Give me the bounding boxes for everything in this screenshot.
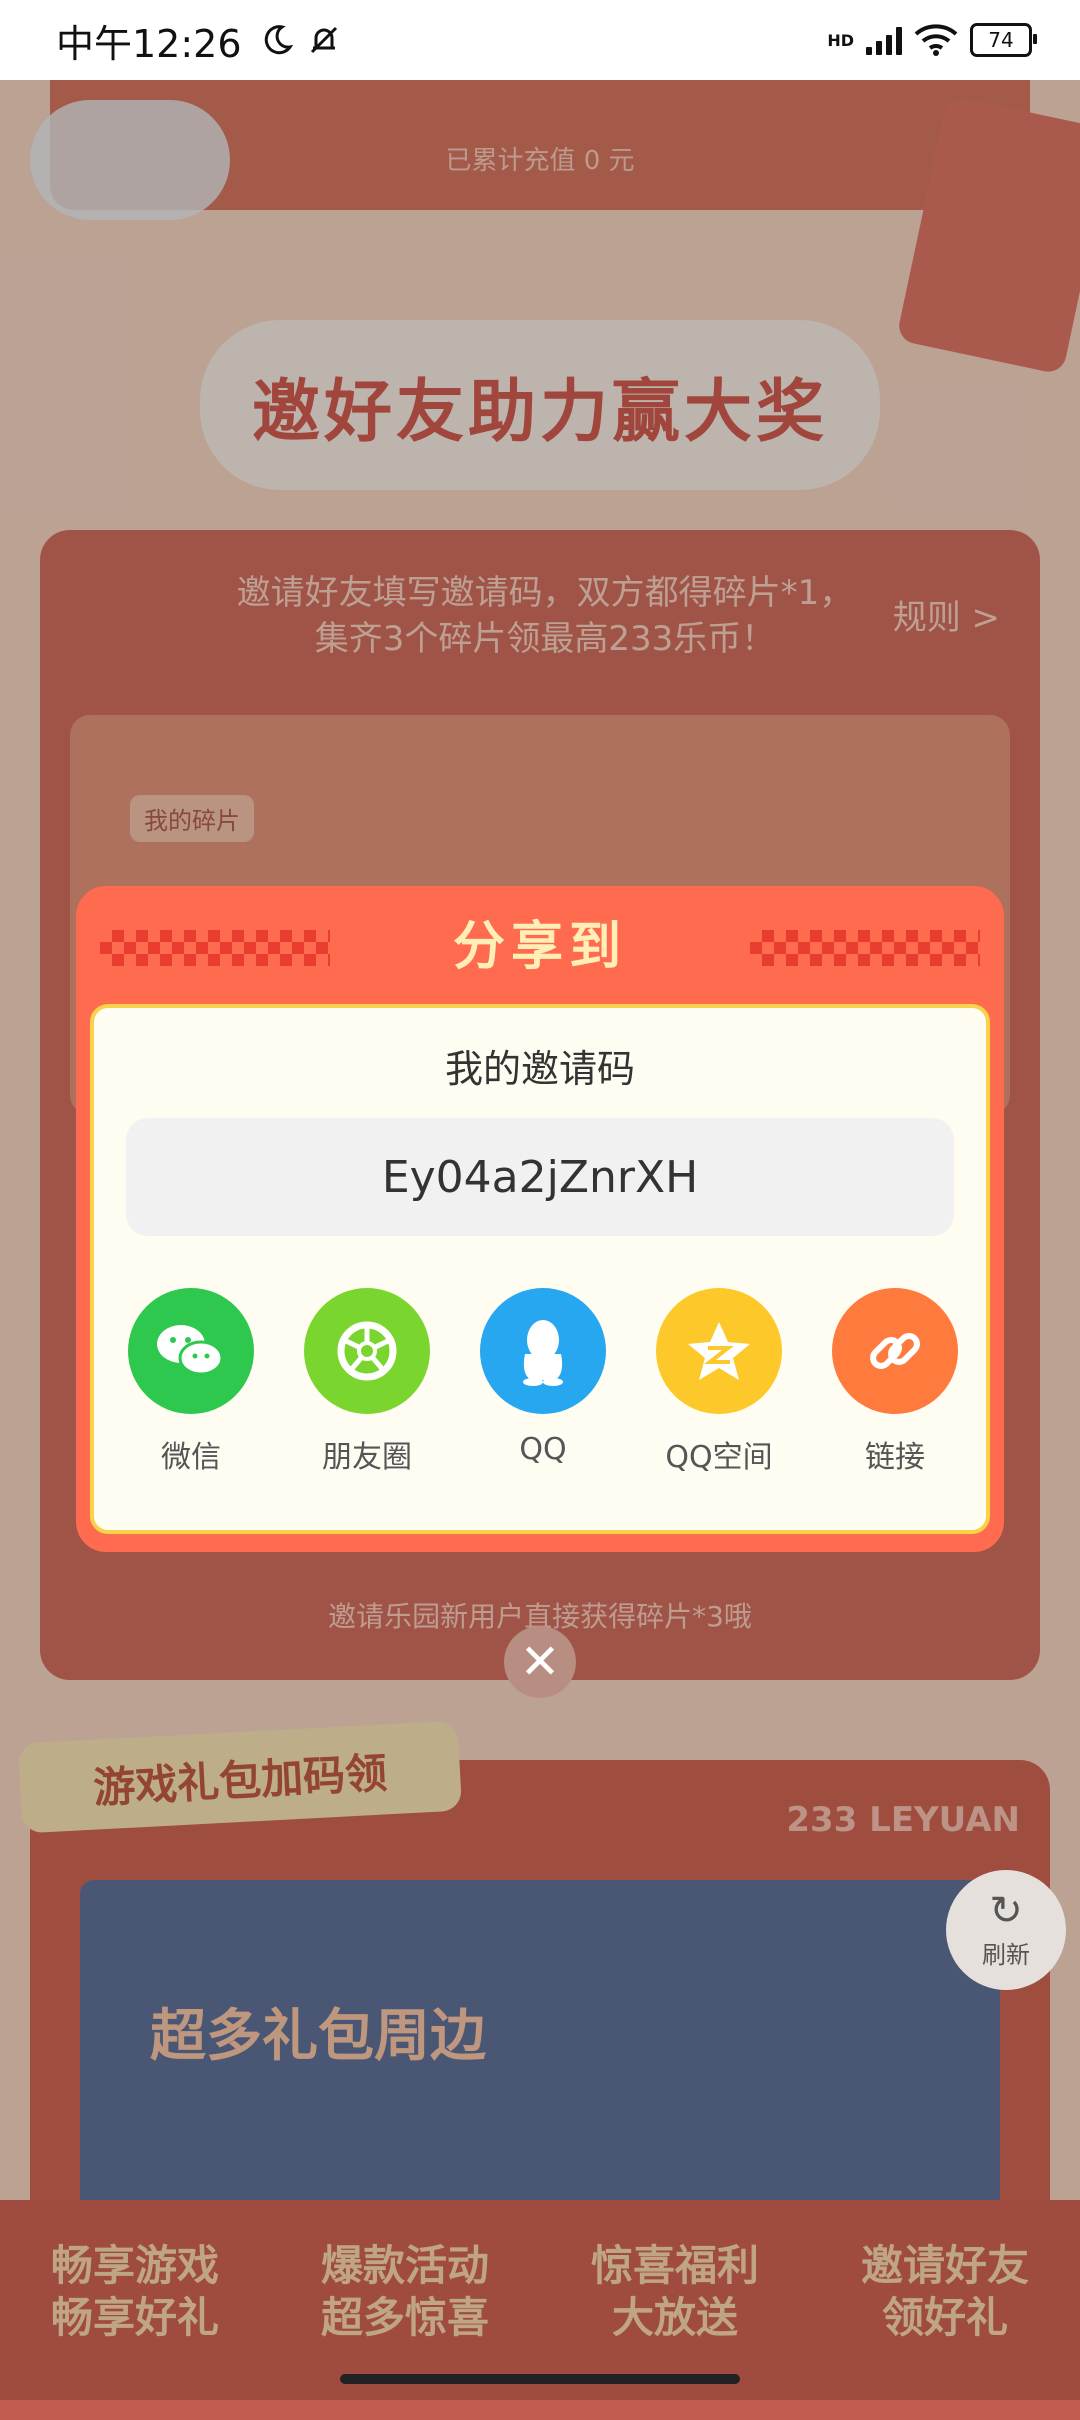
share-modal-title: 分享到 bbox=[452, 917, 627, 977]
status-time: 中午12:26 bbox=[56, 21, 242, 66]
share-wechat-button[interactable]: 微信 bbox=[126, 1288, 256, 1476]
qq-icon bbox=[480, 1288, 606, 1414]
invite-code-field[interactable]: Ey04a2jZnrXH bbox=[126, 1118, 954, 1236]
mute-bell-icon bbox=[310, 26, 337, 54]
qzone-icon bbox=[656, 1288, 782, 1414]
gesture-nav-bar[interactable] bbox=[340, 2374, 740, 2384]
share-qq-label: QQ bbox=[519, 1432, 567, 1467]
close-button[interactable]: ✕ bbox=[504, 1626, 576, 1698]
refresh-label: 刷新 bbox=[982, 1940, 1030, 1969]
wifi-icon bbox=[914, 24, 958, 56]
signal-icon bbox=[866, 25, 902, 55]
share-modal-body: 我的邀请码 Ey04a2jZnrXH 微信 朋友圈 QQ QQ空间 链接 bbox=[90, 1004, 990, 1534]
share-link-label: 链接 bbox=[865, 1440, 925, 1475]
refresh-button[interactable]: ↻ 刷新 bbox=[946, 1870, 1066, 1990]
share-moments-button[interactable]: 朋友圈 bbox=[302, 1288, 432, 1476]
share-modal: 分享到 我的邀请码 Ey04a2jZnrXH 微信 朋友圈 QQ QQ空间 链接 bbox=[76, 886, 1004, 1552]
refresh-icon: ↻ bbox=[989, 1887, 1023, 1934]
share-moments-label: 朋友圈 bbox=[322, 1440, 412, 1475]
hd-label: HD bbox=[827, 30, 854, 50]
moments-icon bbox=[304, 1288, 430, 1414]
share-qzone-label: QQ空间 bbox=[665, 1440, 773, 1475]
moon-icon bbox=[264, 25, 293, 55]
status-bar: 中午12:26 HD 74 bbox=[0, 0, 1080, 80]
share-qzone-button[interactable]: QQ空间 bbox=[654, 1288, 784, 1476]
battery-icon: 74 bbox=[970, 23, 1037, 57]
close-icon: ✕ bbox=[519, 1634, 561, 1690]
share-wechat-label: 微信 bbox=[161, 1440, 221, 1475]
invite-code-label: 我的邀请码 bbox=[444, 1047, 635, 1091]
wechat-icon bbox=[128, 1288, 254, 1414]
share-link-button[interactable]: 链接 bbox=[830, 1288, 960, 1476]
share-qq-button[interactable]: QQ bbox=[478, 1288, 608, 1467]
link-icon bbox=[832, 1288, 958, 1414]
